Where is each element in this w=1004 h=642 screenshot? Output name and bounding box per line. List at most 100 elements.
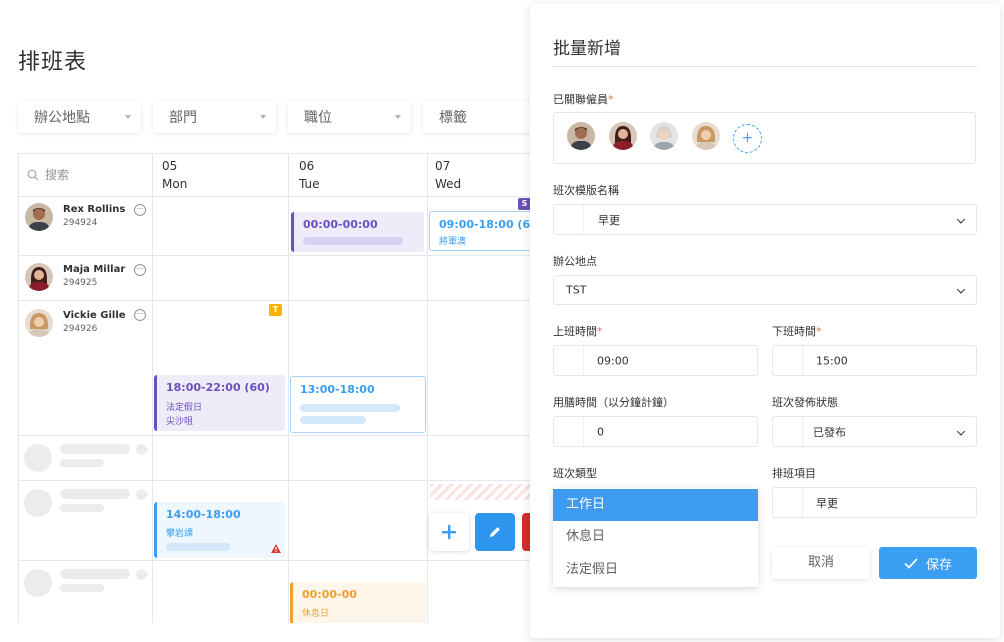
schedule-item-label: 排班項目 xyxy=(772,467,816,480)
start-time-label: 上班時間* xyxy=(553,325,603,338)
shift-type-option-public-holiday[interactable]: 法定假日 xyxy=(553,554,758,586)
more-options-icon[interactable]: ··· xyxy=(134,264,146,276)
employee-id: 294926 xyxy=(63,324,98,334)
filter-label: 部門 xyxy=(169,110,197,126)
employee-id: 294925 xyxy=(63,278,98,288)
shift-time: 18:00-22:00 (60) xyxy=(166,381,270,394)
search-icon xyxy=(27,169,39,180)
grid-search[interactable]: 搜索 xyxy=(27,166,69,183)
employee-name: Vickie Gille xyxy=(63,310,126,321)
shift-card[interactable]: 14:00-18:00 攀岩課 xyxy=(154,502,285,558)
day-weekday: Tue xyxy=(299,177,320,191)
shift-time: 13:00-18:00 xyxy=(300,383,375,396)
shift-card[interactable]: 18:00-22:00 (60) 法定假日 尖沙咀 xyxy=(154,375,285,431)
add-shift-button[interactable] xyxy=(429,513,469,551)
chevron-down-icon xyxy=(956,426,966,436)
day-date: 07 xyxy=(435,159,451,173)
day-weekday: Wed xyxy=(435,177,462,191)
shift-placeholder-bar xyxy=(303,237,403,245)
employee-row-vickie[interactable]: Vickie Gille 294926 xyxy=(25,309,126,337)
end-time-value: 15:00 xyxy=(816,354,848,367)
caret-down-icon xyxy=(125,115,131,119)
shift-type-option-workday[interactable]: 工作日 xyxy=(553,489,758,521)
shift-placeholder-bar xyxy=(166,543,230,551)
template-value: 早更 xyxy=(598,213,620,227)
location-select[interactable]: TST xyxy=(553,275,977,305)
add-member-button[interactable]: + xyxy=(733,124,762,153)
shift-time: 00:00-00 xyxy=(302,588,357,601)
page-title: 排班表 xyxy=(18,50,88,75)
location-label: 辦公地点 xyxy=(553,255,597,268)
avatar xyxy=(25,309,53,337)
shift-placeholder-bar xyxy=(300,404,400,412)
skeleton-dot xyxy=(136,569,147,580)
shift-type-dropdown[interactable]: 工作日 休息日 法定假日 xyxy=(553,488,758,587)
more-options-icon[interactable]: ··· xyxy=(134,309,146,321)
shift-type-option-rest-day[interactable]: 休息日 xyxy=(553,521,758,553)
filter-label: 辦公地點 xyxy=(34,110,90,126)
edit-shift-button[interactable] xyxy=(475,513,515,551)
cancel-button[interactable]: 取消 xyxy=(772,547,870,579)
employee-row-rex[interactable]: Rex Rollins 294924 xyxy=(25,203,125,231)
avatar xyxy=(25,263,53,291)
meal-time-input[interactable]: 0 xyxy=(553,416,758,447)
member-avatar[interactable] xyxy=(692,122,720,150)
chevron-down-icon xyxy=(956,285,966,294)
publish-status-value: 已發布 xyxy=(813,425,846,439)
check-icon xyxy=(904,557,918,569)
day-header-wed: 07 Wed xyxy=(435,158,461,192)
members-label: 已關聯僱員* xyxy=(553,93,614,106)
shift-card[interactable]: 00:00-00:00 xyxy=(291,212,424,252)
skeleton-avatar xyxy=(24,489,52,517)
meal-time-label: 用膳時間（以分鐘計鐘） xyxy=(553,396,674,409)
skeleton-line xyxy=(60,569,130,579)
shift-note: 休息日 xyxy=(302,609,330,619)
location-value: TST xyxy=(566,283,587,297)
shift-card[interactable]: 13:00-18:00 xyxy=(290,376,426,433)
filter-office-location[interactable]: 辦公地點 xyxy=(18,101,141,133)
employee-name: Rex Rollins xyxy=(63,204,126,215)
shift-note: 攀岩課 xyxy=(166,529,194,539)
save-button[interactable]: 保存 xyxy=(879,547,977,579)
shift-time: 09:00-18:00 (60 xyxy=(439,218,538,231)
skeleton-line xyxy=(60,584,104,592)
skeleton-line xyxy=(60,459,104,467)
shift-placeholder-bar xyxy=(300,416,366,424)
more-options-icon[interactable]: ··· xyxy=(134,204,146,216)
filter-position[interactable]: 職位 xyxy=(288,101,411,133)
shift-time: 00:00-00:00 xyxy=(303,218,378,231)
employee-row-maja[interactable]: Maja Millar 294925 xyxy=(25,263,125,291)
member-avatar[interactable] xyxy=(567,122,595,150)
end-time-label: 下班時間* xyxy=(772,325,822,338)
day-date: 06 xyxy=(299,159,315,173)
member-avatar[interactable] xyxy=(650,122,678,150)
filter-label: 標籤 xyxy=(439,110,467,126)
day-header-tue: 06 Tue xyxy=(299,158,320,192)
filter-label: 職位 xyxy=(304,110,332,126)
skeleton-avatar xyxy=(24,569,52,597)
panel-divider xyxy=(553,66,977,67)
shift-note: 將軍澳 xyxy=(439,237,467,247)
template-label: 班次模版名稱 xyxy=(553,184,619,197)
publish-status-select[interactable]: 已發布 xyxy=(772,416,977,447)
shift-badge: T xyxy=(269,304,282,316)
end-time-input[interactable]: 15:00 xyxy=(772,345,977,376)
shift-type-label: 班次類型 xyxy=(553,467,597,480)
shift-card[interactable]: 00:00-00 休息日 xyxy=(290,582,426,623)
template-select[interactable]: 早更 xyxy=(553,204,977,235)
employee-name: Maja Millar xyxy=(63,264,126,275)
skeleton-line xyxy=(60,489,130,499)
panel-title: 批量新增 xyxy=(553,39,621,59)
skeleton-dot xyxy=(136,489,147,500)
warning-icon xyxy=(271,544,281,553)
schedule-item-input[interactable]: 早更 xyxy=(772,487,977,518)
caret-down-icon xyxy=(395,115,401,119)
filter-department[interactable]: 部門 xyxy=(153,101,276,133)
start-time-input[interactable]: 09:00 xyxy=(553,345,758,376)
filter-tags[interactable]: 標籤 xyxy=(423,101,533,133)
plus-icon: + xyxy=(741,130,754,146)
member-avatar[interactable] xyxy=(609,122,637,150)
shift-card[interactable]: 09:00-18:00 (60 將軍澳 xyxy=(429,211,538,251)
chevron-down-icon xyxy=(956,214,966,224)
search-placeholder: 搜索 xyxy=(45,168,70,182)
